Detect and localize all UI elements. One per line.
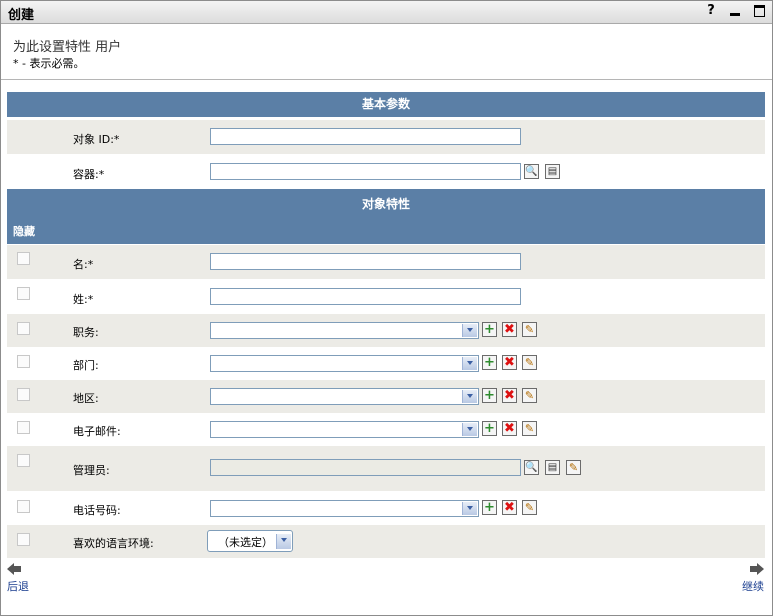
window-controls: ?: [704, 4, 766, 18]
minimize-icon[interactable]: [728, 4, 742, 18]
surname-input[interactable]: [210, 288, 521, 305]
title-add-icon[interactable]: +: [482, 322, 497, 337]
title-label: 职务:: [73, 326, 99, 339]
chevron-down-icon: [276, 534, 291, 549]
hide-checkbox-department[interactable]: [17, 355, 30, 368]
object-id-label: 对象 ID:*: [73, 133, 120, 146]
back-button[interactable]: 后退: [7, 563, 29, 594]
location-edit-icon[interactable]: ✎: [522, 388, 537, 403]
surname-label: 姓:*: [73, 293, 94, 306]
location-delete-icon[interactable]: ✖: [502, 388, 517, 403]
hide-checkbox-location[interactable]: [17, 388, 30, 401]
location-label: 地区:: [73, 392, 99, 405]
phone-label: 电话号码:: [73, 504, 121, 517]
maximize-icon[interactable]: [752, 4, 766, 18]
email-add-icon[interactable]: +: [482, 421, 497, 436]
manager-history-icon[interactable]: ▤: [545, 460, 560, 475]
row-container: 容器:* 🔍 ▤: [7, 154, 765, 188]
chevron-down-icon: [462, 502, 477, 515]
phone-edit-icon[interactable]: ✎: [522, 500, 537, 515]
phone-select[interactable]: [210, 500, 479, 517]
hide-checkbox-surname[interactable]: [17, 287, 30, 300]
chevron-down-icon: [462, 423, 477, 436]
title-select[interactable]: [210, 322, 479, 339]
section-attributes-title: 对象特性: [361, 197, 410, 211]
row-manager: 管理员: 🔍 ▤ ✎: [7, 446, 765, 491]
arrow-right-icon: [750, 563, 764, 575]
row-object-id: 对象 ID:*: [7, 120, 765, 154]
manager-input[interactable]: [210, 459, 521, 476]
location-add-icon[interactable]: +: [482, 388, 497, 403]
hide-checkbox-email[interactable]: [17, 421, 30, 434]
email-delete-icon[interactable]: ✖: [502, 421, 517, 436]
email-edit-icon[interactable]: ✎: [522, 421, 537, 436]
department-add-icon[interactable]: +: [482, 355, 497, 370]
given-name-label: 名:*: [73, 258, 94, 271]
container-input[interactable]: [210, 163, 521, 180]
department-label: 部门:: [73, 359, 99, 372]
locale-select[interactable]: （未选定）: [207, 530, 293, 552]
row-title: 职务: + ✖ ✎: [7, 314, 765, 347]
department-delete-icon[interactable]: ✖: [502, 355, 517, 370]
chevron-down-icon: [462, 390, 477, 403]
container-history-icon[interactable]: ▤: [545, 164, 560, 179]
arrow-left-icon: [7, 563, 21, 575]
location-select[interactable]: [210, 388, 479, 405]
chevron-down-icon: [462, 357, 477, 370]
locale-label: 喜欢的语言环境:: [73, 537, 154, 550]
container-label: 容器:*: [73, 168, 105, 181]
create-window: 创建 ? 为此设置特性 用户 * - 表示必需。 基本参数 对象 ID:* 容器…: [0, 0, 773, 616]
manager-edit-icon[interactable]: ✎: [566, 460, 581, 475]
locale-selected-value: （未选定）: [218, 536, 273, 549]
title-bar: 创建 ?: [1, 1, 772, 24]
hide-checkbox-title[interactable]: [17, 322, 30, 335]
next-label: 继续: [742, 580, 764, 593]
help-icon[interactable]: ?: [704, 4, 718, 18]
title-edit-icon[interactable]: ✎: [522, 322, 537, 337]
email-select[interactable]: [210, 421, 479, 438]
given-name-input[interactable]: [210, 253, 521, 270]
hide-checkbox-locale[interactable]: [17, 533, 30, 546]
hide-checkbox-manager[interactable]: [17, 454, 30, 467]
divider: [1, 79, 772, 80]
row-surname: 姓:*: [7, 279, 765, 313]
chevron-down-icon: [462, 324, 477, 337]
phone-add-icon[interactable]: +: [482, 500, 497, 515]
back-label: 后退: [7, 580, 29, 593]
object-id-input[interactable]: [210, 128, 521, 145]
email-label: 电子邮件:: [73, 425, 121, 438]
row-location: 地区: + ✖ ✎: [7, 380, 765, 413]
manager-search-icon[interactable]: 🔍: [524, 460, 539, 475]
section-basic-header: 基本参数: [7, 92, 765, 117]
department-edit-icon[interactable]: ✎: [522, 355, 537, 370]
intro-text: 为此设置特性 用户: [13, 40, 122, 55]
next-button[interactable]: 继续: [742, 563, 764, 594]
row-department: 部门: + ✖ ✎: [7, 347, 765, 380]
phone-delete-icon[interactable]: ✖: [502, 500, 517, 515]
row-given-name: 名:*: [7, 245, 765, 279]
required-note: * - 表示必需。: [13, 57, 85, 70]
row-locale: 喜欢的语言环境: （未选定）: [7, 525, 765, 558]
manager-label: 管理员:: [73, 464, 110, 477]
container-search-icon[interactable]: 🔍: [524, 164, 539, 179]
section-attributes-header: 对象特性 隐藏: [7, 189, 765, 244]
hide-checkbox-given-name[interactable]: [17, 252, 30, 265]
row-email: 电子邮件: + ✖ ✎: [7, 413, 765, 446]
row-phone: 电话号码: + ✖ ✎: [7, 491, 765, 524]
title-delete-icon[interactable]: ✖: [502, 322, 517, 337]
hide-column-label: 隐藏: [13, 225, 35, 238]
window-title: 创建: [8, 8, 35, 23]
department-select[interactable]: [210, 355, 479, 372]
hide-checkbox-phone[interactable]: [17, 500, 30, 513]
